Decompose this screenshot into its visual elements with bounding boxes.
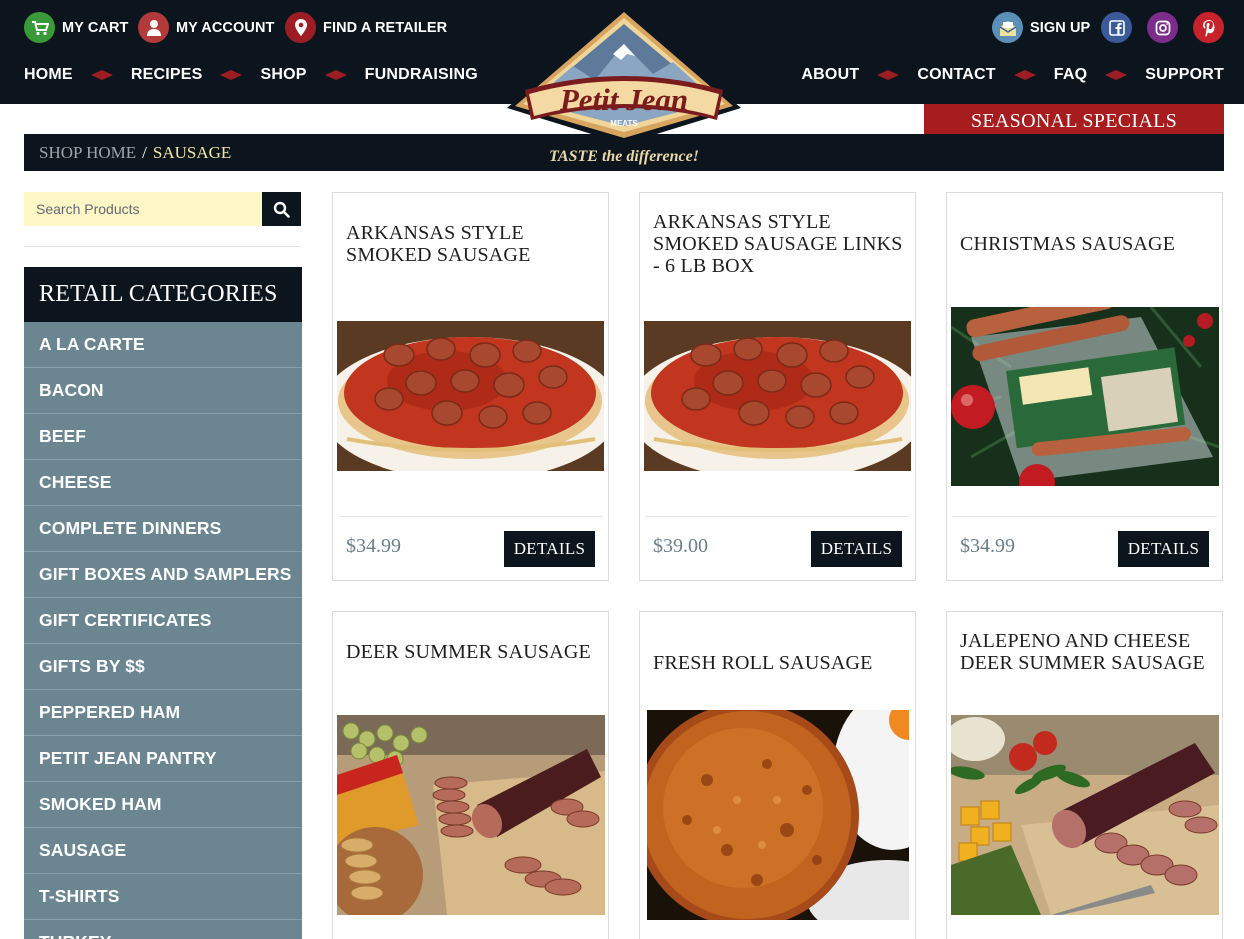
category-smoked-ham[interactable]: SMOKED HAM <box>24 782 302 828</box>
card-divider <box>338 516 603 517</box>
category-list: A LA CARTE BACON BEEF CHEESE COMPLETE DI… <box>24 322 302 939</box>
category-bacon[interactable]: BACON <box>24 368 302 414</box>
product-card: DEER SUMMER SAUSAGE <box>332 611 609 939</box>
search-button[interactable] <box>262 192 301 226</box>
nav-fundraising[interactable]: FUNDRAISING <box>365 66 478 84</box>
sign-up-link[interactable]: SIGN UP <box>992 12 1090 43</box>
my-account-label: MY ACCOUNT <box>176 19 275 36</box>
category-gift-certificates[interactable]: GIFT CERTIFICATES <box>24 598 302 644</box>
facebook-link[interactable] <box>1101 12 1132 43</box>
card-divider <box>952 516 1217 517</box>
cart-icon <box>24 12 55 43</box>
product-title[interactable]: JALEPENO AND CHEESE DEER SUMMER SAUSAGE <box>960 630 1215 674</box>
product-title[interactable]: DEER SUMMER SAUSAGE <box>346 641 596 663</box>
diamond-divider-icon <box>1105 70 1128 80</box>
pinterest-link[interactable] <box>1193 12 1224 43</box>
tagline: TASTE the difference! <box>549 148 699 165</box>
breadcrumb-shop-home[interactable]: SHOP HOME <box>39 143 136 162</box>
sidebar-divider <box>24 246 301 247</box>
find-retailer-link[interactable]: FIND A RETAILER <box>285 12 447 43</box>
diamond-divider-icon <box>324 70 347 80</box>
product-price: $39.00 <box>653 535 708 557</box>
diamond-divider-icon <box>1013 70 1036 80</box>
nav-faq[interactable]: FAQ <box>1054 66 1088 84</box>
product-card: CHRISTMAS SAUSAGE $34.99 DETAILS <box>946 192 1223 581</box>
diamond-divider-icon <box>877 70 900 80</box>
category-turkey[interactable]: TURKEY <box>24 920 302 939</box>
instagram-icon <box>1147 12 1178 43</box>
product-image[interactable] <box>951 715 1219 915</box>
find-retailer-label: FIND A RETAILER <box>323 19 448 36</box>
details-button[interactable]: DETAILS <box>811 531 902 567</box>
product-card: ARKANSAS STYLE SMOKED SAUSAGE $34.99 DET… <box>332 192 609 581</box>
product-card: FRESH ROLL SAUSAGE <box>639 611 916 939</box>
nav-support[interactable]: SUPPORT <box>1145 66 1224 84</box>
category-gifts-by-dollars[interactable]: GIFTS BY $$ <box>24 644 302 690</box>
instagram-link[interactable] <box>1147 12 1178 43</box>
category-complete-dinners[interactable]: COMPLETE DINNERS <box>24 506 302 552</box>
retail-categories-heading: RETAIL CATEGORIES <box>24 267 302 322</box>
product-image[interactable] <box>647 710 909 920</box>
facebook-icon <box>1101 12 1132 43</box>
category-t-shirts[interactable]: T-SHIRTS <box>24 874 302 920</box>
my-cart-link[interactable]: MY CART <box>24 12 129 43</box>
nav-contact[interactable]: CONTACT <box>917 66 995 84</box>
category-petit-jean-pantry[interactable]: PETIT JEAN PANTRY <box>24 736 302 782</box>
breadcrumb: SHOP HOME / SAUSAGE <box>39 143 231 163</box>
nav-shop[interactable]: SHOP <box>260 66 306 84</box>
logo-meats: MEATS <box>610 119 638 128</box>
category-cheese[interactable]: CHEESE <box>24 460 302 506</box>
envelope-icon <box>992 12 1023 43</box>
search-bar <box>24 192 301 226</box>
category-peppered-ham[interactable]: PEPPERED HAM <box>24 690 302 736</box>
category-a-la-carte[interactable]: A LA CARTE <box>24 322 302 368</box>
breadcrumb-separator: / <box>142 143 147 162</box>
pinterest-icon <box>1193 12 1224 43</box>
product-image[interactable] <box>337 321 604 471</box>
category-beef[interactable]: BEEF <box>24 414 302 460</box>
main-nav-left: HOME RECIPES SHOP FUNDRAISING <box>24 66 478 84</box>
petit-jean-logo[interactable]: Petit Jean MEATS <box>503 4 745 146</box>
product-title[interactable]: ARKANSAS STYLE SMOKED SAUSAGE <box>346 222 596 266</box>
product-image[interactable] <box>337 715 605 915</box>
logo-wordmark: Petit Jean <box>559 82 688 117</box>
details-button[interactable]: DETAILS <box>1118 531 1209 567</box>
sign-up-label: SIGN UP <box>1030 19 1091 36</box>
nav-home[interactable]: HOME <box>24 66 73 84</box>
product-image[interactable] <box>644 321 911 471</box>
product-title[interactable]: FRESH ROLL SAUSAGE <box>653 652 903 674</box>
search-input[interactable] <box>24 192 262 226</box>
product-card: JALEPENO AND CHEESE DEER SUMMER SAUSAGE <box>946 611 1223 939</box>
breadcrumb-current: SAUSAGE <box>152 143 232 162</box>
product-card: ARKANSAS STYLE SMOKED SAUSAGE LINKS - 6 … <box>639 192 916 581</box>
main-nav-right: ABOUT CONTACT FAQ SUPPORT <box>801 66 1224 84</box>
product-price: $34.99 <box>346 535 401 557</box>
search-icon <box>273 201 290 218</box>
my-account-link[interactable]: MY ACCOUNT <box>138 12 274 43</box>
product-title[interactable]: ARKANSAS STYLE SMOKED SAUSAGE LINKS - 6 … <box>653 211 903 277</box>
category-sausage[interactable]: SAUSAGE <box>24 828 302 874</box>
details-button[interactable]: DETAILS <box>504 531 595 567</box>
nav-about[interactable]: ABOUT <box>801 66 859 84</box>
my-cart-label: MY CART <box>62 19 129 36</box>
diamond-divider-icon <box>90 70 113 80</box>
product-title[interactable]: CHRISTMAS SAUSAGE <box>960 233 1210 255</box>
product-image[interactable] <box>951 307 1219 486</box>
product-price: $34.99 <box>960 535 1015 557</box>
card-divider <box>645 516 910 517</box>
account-icon <box>138 12 169 43</box>
category-gift-boxes[interactable]: GIFT BOXES AND SAMPLERS <box>24 552 302 598</box>
map-pin-icon <box>285 12 316 43</box>
nav-recipes[interactable]: RECIPES <box>131 66 203 84</box>
diamond-divider-icon <box>220 70 243 80</box>
